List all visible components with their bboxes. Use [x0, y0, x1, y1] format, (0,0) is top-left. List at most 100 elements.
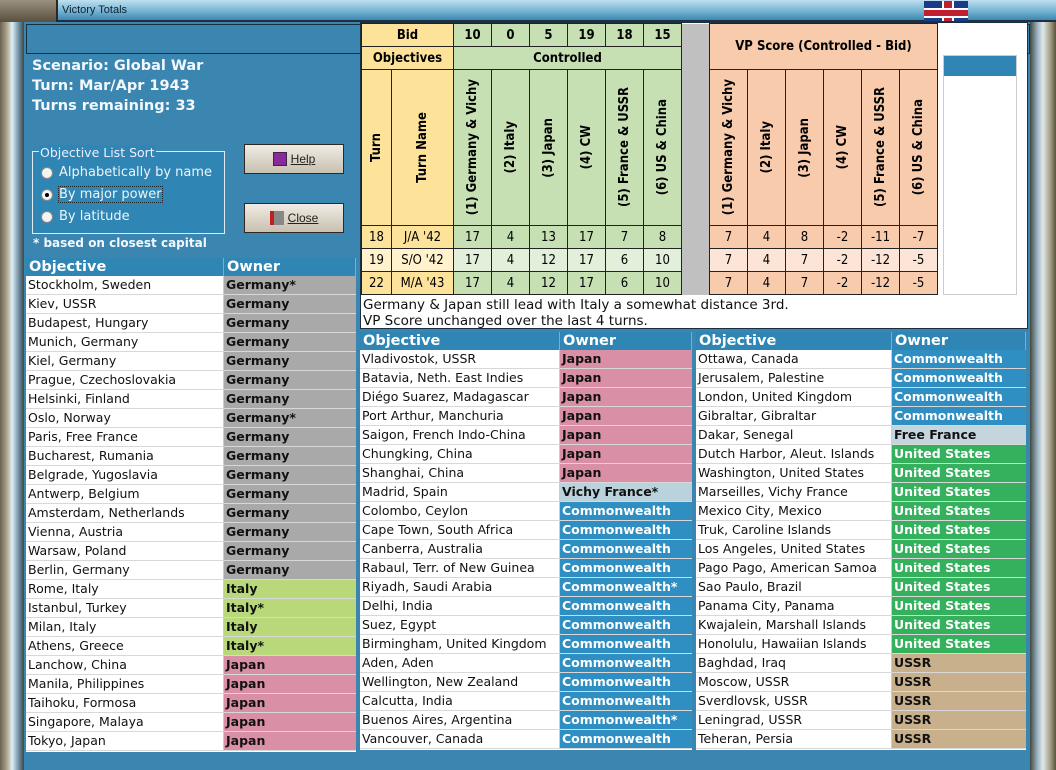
list-item[interactable]: Munich, Germany Germany	[26, 333, 356, 352]
list-item[interactable]: Budapest, Hungary Germany	[26, 314, 356, 333]
list-item[interactable]: Buenos Aires, Argentina Commonwealth*	[360, 711, 692, 730]
list-item[interactable]: Honolulu, Hawaiian Islands United States	[696, 635, 1026, 654]
list-item[interactable]: Prague, Czechoslovakia Germany	[26, 371, 356, 390]
objective-name: Port Arthur, Manchuria	[360, 407, 560, 425]
list-item[interactable]: Rabaul, Terr. of New Guinea Commonwealth	[360, 559, 692, 578]
list-item[interactable]: Port Arthur, Manchuria Japan	[360, 407, 692, 426]
list-item[interactable]: Tokyo, Japan Japan	[26, 732, 356, 751]
sort-latitude-radio[interactable]: By latitude	[41, 209, 130, 224]
list-item[interactable]: Shanghai, China Japan	[360, 464, 692, 483]
list-item[interactable]: Dutch Harbor, Aleut. Islands United State…	[696, 445, 1026, 464]
turns-remaining-label: Turns remaining: 33	[32, 98, 196, 114]
sheet-cell: (4) CW	[823, 69, 862, 226]
list-item[interactable]: Kiev, USSR Germany	[26, 295, 356, 314]
list-item[interactable]: Bucharest, Rumania Germany	[26, 447, 356, 466]
objective-name: Chungking, China	[360, 445, 560, 463]
list-item[interactable]: Birmingham, United Kingdom Commonwealth	[360, 635, 692, 654]
list-item[interactable]: Stockholm, Sweden Germany*	[26, 276, 356, 295]
list-item[interactable]: Kiel, Germany Germany	[26, 352, 356, 371]
objective-name: Dakar, Senegal	[696, 426, 892, 444]
list-item[interactable]: Riyadh, Saudi Arabia Commonwealth*	[360, 578, 692, 597]
list-item[interactable]: Jerusalem, Palestine Commonwealth	[696, 369, 1026, 388]
list-item[interactable]: Cape Town, South Africa Commonwealth	[360, 521, 692, 540]
comment-line: VP Score unchanged over the last 4 turns…	[363, 313, 648, 329]
window-menu-button[interactable]	[0, 0, 58, 22]
list-item[interactable]: Suez, Egypt Commonwealth	[360, 616, 692, 635]
list-item[interactable]: Chungking, China Japan	[360, 445, 692, 464]
list-item[interactable]: Los Angeles, United States United States	[696, 540, 1026, 559]
objective-name: Helsinki, Finland	[26, 390, 224, 408]
list-item[interactable]: Kwajalein, Marshall Islands United States	[696, 616, 1026, 635]
owner-badge: United States	[892, 597, 1026, 615]
list-item[interactable]: Diégo Suarez, Madagascar Japan	[360, 388, 692, 407]
list-item[interactable]: Ottawa, Canada Commonwealth	[696, 350, 1026, 369]
list-item[interactable]: Aden, Aden Commonwealth	[360, 654, 692, 673]
list-item[interactable]: Washington, United States United States	[696, 464, 1026, 483]
objective-column-header[interactable]: Objective	[360, 332, 560, 350]
controlled-value: 10	[643, 271, 682, 295]
list-item[interactable]: Dakar, Senegal Free France	[696, 426, 1026, 445]
close-button[interactable]: Close	[244, 203, 344, 233]
list-item[interactable]: Calcutta, India Commonwealth	[360, 692, 692, 711]
list-item[interactable]: Saigon, French Indo-China Japan	[360, 426, 692, 445]
list-item[interactable]: Mexico City, Mexico United States	[696, 502, 1026, 521]
list-item[interactable]: Warsaw, Poland Germany	[26, 542, 356, 561]
list-item[interactable]: Manila, Philippines Japan	[26, 675, 356, 694]
sort-alphabetical-radio[interactable]: Alphabetically by name	[41, 165, 212, 180]
objective-name: Aden, Aden	[360, 654, 560, 672]
list-item[interactable]: Rome, Italy Italy	[26, 580, 356, 599]
list-item[interactable]: Panama City, Panama United States	[696, 597, 1026, 616]
column-header: (6) US & China	[911, 99, 926, 196]
list-item[interactable]: Batavia, Neth. East Indies Japan	[360, 369, 692, 388]
list-item[interactable]: London, United Kingdom Commonwealth	[696, 388, 1026, 407]
list-item[interactable]: Delhi, India Commonwealth	[360, 597, 692, 616]
list-item[interactable]: Pago Pago, American Samoa United States	[696, 559, 1026, 578]
owner-column-header[interactable]: Owner	[224, 258, 356, 276]
list-item[interactable]: Berlin, Germany Germany	[26, 561, 356, 580]
list-item[interactable]: Milan, Italy Italy	[26, 618, 356, 637]
list-item[interactable]: Athens, Greece Italy*	[26, 637, 356, 656]
list-item[interactable]: Oslo, Norway Germany*	[26, 409, 356, 428]
objective-list-left[interactable]: Objective Owner Stockholm, Sweden Germany* K…	[26, 258, 356, 752]
owner-badge: Germany	[224, 428, 356, 446]
list-item[interactable]: Amsterdam, Netherlands Germany	[26, 504, 356, 523]
objective-name: Delhi, India	[360, 597, 560, 615]
list-item[interactable]: Paris, Free France Germany	[26, 428, 356, 447]
sort-major-power-radio[interactable]: By major power	[41, 186, 163, 203]
objective-list-middle[interactable]: Objective Owner Vladivostok, USSR Japan Bata…	[360, 332, 692, 750]
list-item[interactable]: Gibraltar, Gibraltar Commonwealth	[696, 407, 1026, 426]
objective-list-right[interactable]: Objective Owner Ottawa, Canada Commonwealth…	[696, 332, 1026, 750]
list-item[interactable]: Teheran, Persia USSR	[696, 730, 1026, 749]
list-item[interactable]: Canberra, Australia Commonwealth	[360, 540, 692, 559]
owner-column-header[interactable]: Owner	[892, 332, 1026, 350]
objective-column-header[interactable]: Objective	[26, 258, 224, 276]
list-item[interactable]: Belgrade, Yugoslavia Germany	[26, 466, 356, 485]
list-item[interactable]: Madrid, Spain Vichy France*	[360, 483, 692, 502]
list-item[interactable]: Taihoku, Formosa Japan	[26, 694, 356, 713]
list-item[interactable]: Helsinki, Finland Germany	[26, 390, 356, 409]
list-item[interactable]: Marseilles, Vichy France United States	[696, 483, 1026, 502]
list-item[interactable]: Moscow, USSR USSR	[696, 673, 1026, 692]
list-item[interactable]: Vancouver, Canada Commonwealth	[360, 730, 692, 749]
list-item[interactable]: Antwerp, Belgium Germany	[26, 485, 356, 504]
owner-badge: Commonwealth	[560, 559, 692, 577]
vp-score-value: -12	[861, 271, 900, 295]
list-item[interactable]: Colombo, Ceylon Commonwealth	[360, 502, 692, 521]
sheet-cell: (2) Italy	[747, 69, 786, 226]
vp-score-value: 7	[785, 248, 824, 272]
help-button[interactable]: Help	[244, 144, 344, 174]
list-item[interactable]: Sao Paulo, Brazil United States	[696, 578, 1026, 597]
list-item[interactable]: Vienna, Austria Germany	[26, 523, 356, 542]
list-item[interactable]: Sverdlovsk, USSR USSR	[696, 692, 1026, 711]
list-item[interactable]: Istanbul, Turkey Italy*	[26, 599, 356, 618]
list-item[interactable]: Singapore, Malaya Japan	[26, 713, 356, 732]
list-item[interactable]: Lanchow, China Japan	[26, 656, 356, 675]
objective-column-header[interactable]: Objective	[696, 332, 892, 350]
vp-score-value: 7	[785, 271, 824, 295]
list-item[interactable]: Wellington, New Zealand Commonwealth	[360, 673, 692, 692]
owner-column-header[interactable]: Owner	[560, 332, 692, 350]
list-item[interactable]: Vladivostok, USSR Japan	[360, 350, 692, 369]
list-item[interactable]: Baghdad, Iraq USSR	[696, 654, 1026, 673]
list-item[interactable]: Truk, Caroline Islands United States	[696, 521, 1026, 540]
list-item[interactable]: Leningrad, USSR USSR	[696, 711, 1026, 730]
